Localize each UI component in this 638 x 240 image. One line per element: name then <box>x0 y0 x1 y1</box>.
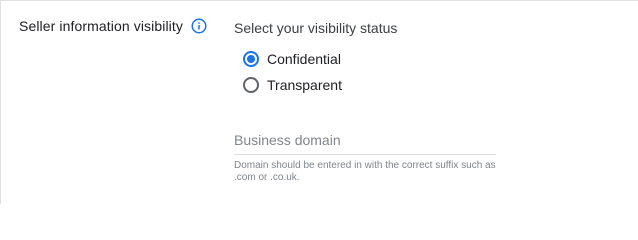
info-icon[interactable] <box>191 18 207 34</box>
visibility-heading: Select your visibility status <box>234 20 398 36</box>
radio-unchecked-icon[interactable] <box>243 77 259 93</box>
radio-checked-icon[interactable] <box>243 51 259 67</box>
business-domain-input[interactable] <box>234 130 496 154</box>
radio-option-confidential[interactable]: Confidential <box>243 51 341 67</box>
section-label: Seller information visibility <box>19 18 183 34</box>
top-divider <box>0 0 638 1</box>
radio-label-transparent: Transparent <box>267 77 342 93</box>
business-domain-field <box>234 130 496 155</box>
radio-label-confidential: Confidential <box>267 51 341 67</box>
business-domain-underline <box>234 154 496 155</box>
left-divider <box>0 0 1 204</box>
business-domain-hint: Domain should be entered in with the cor… <box>234 160 496 183</box>
radio-option-transparent[interactable]: Transparent <box>243 77 342 93</box>
section-header: Seller information visibility <box>19 18 207 34</box>
